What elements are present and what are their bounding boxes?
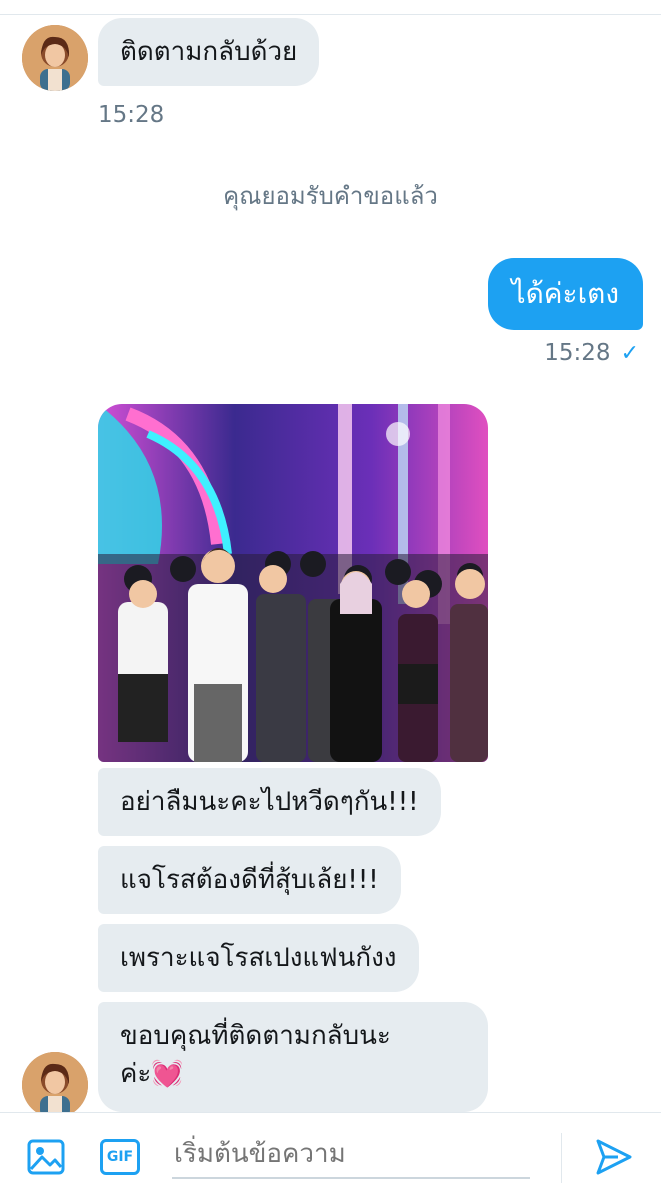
- image-icon[interactable]: [26, 1137, 66, 1177]
- message-composer: GIF: [0, 1112, 661, 1200]
- composer-divider: [561, 1133, 562, 1183]
- message-text: ค่ะ: [120, 1059, 152, 1089]
- message-text-line-2: ค่ะ💓: [120, 1055, 466, 1093]
- checkmark-icon: ✓: [620, 341, 639, 366]
- message-bubble[interactable]: เพราะแจโรสเปงแฟนกังง: [98, 924, 419, 992]
- sent-message-bubble[interactable]: ได้ค่ะเตง: [487, 258, 643, 330]
- message-text: ติดตามกลับด้วย: [120, 37, 298, 67]
- message-bubble[interactable]: แจโรสต้องดีที่สุ้บเล้ย!!!: [98, 846, 401, 914]
- sent-message-meta: 15:28 ✓: [544, 340, 639, 366]
- stage-photo: [98, 404, 488, 762]
- avatar[interactable]: [22, 1052, 88, 1118]
- message-bubble[interactable]: ขอบคุณที่ติดตามกลับนะ ค่ะ💓: [98, 1002, 488, 1112]
- message-bubble[interactable]: อย่าลืมนะคะไปหวีดๆกัน!!!: [98, 768, 441, 836]
- media-attachment[interactable]: [98, 404, 488, 762]
- message-text: ได้ค่ะเตง: [511, 277, 619, 310]
- message-bubble[interactable]: ติดตามกลับด้วย: [98, 18, 320, 86]
- message-input[interactable]: [172, 1131, 530, 1179]
- message-text: แจโรสต้องดีที่สุ้บเล้ย!!!: [120, 865, 379, 895]
- send-icon[interactable]: [594, 1137, 634, 1177]
- avatar-illustration: [22, 1052, 88, 1118]
- gif-button[interactable]: GIF: [100, 1139, 140, 1175]
- request-accepted-note: คุณยอมรับคำขอแล้ว: [223, 182, 438, 210]
- top-divider: [0, 14, 661, 15]
- message-text-line: ขอบคุณที่ติดตามกลับนะ: [120, 1021, 391, 1051]
- message-timestamp: 15:28: [98, 102, 165, 128]
- avatar-illustration: [22, 25, 88, 91]
- message-timestamp: 15:28: [544, 340, 611, 366]
- message-text: เพราะแจโรสเปงแฟนกังง: [120, 943, 397, 973]
- avatar[interactable]: [22, 25, 88, 91]
- message-text: อย่าลืมนะคะไปหวีดๆกัน!!!: [120, 787, 419, 817]
- heart-emoji: 💓: [151, 1059, 184, 1089]
